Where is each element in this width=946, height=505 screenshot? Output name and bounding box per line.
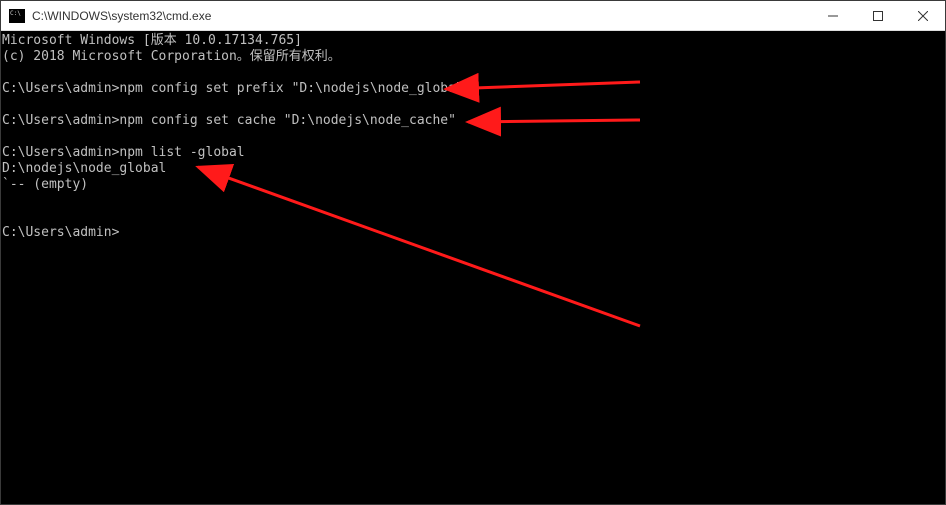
cmd-icon bbox=[9, 9, 25, 23]
terminal-line bbox=[2, 97, 945, 113]
maximize-button[interactable] bbox=[855, 1, 900, 30]
terminal-line bbox=[2, 193, 945, 209]
terminal-line: C:\Users\admin> bbox=[2, 225, 945, 241]
close-button[interactable] bbox=[900, 1, 945, 30]
window-title: C:\WINDOWS\system32\cmd.exe bbox=[32, 9, 810, 23]
minimize-button[interactable] bbox=[810, 1, 855, 30]
cmd-window: C:\WINDOWS\system32\cmd.exe Microsoft Wi… bbox=[0, 0, 946, 505]
terminal-line: D:\nodejs\node_global bbox=[2, 161, 945, 177]
window-controls bbox=[810, 1, 945, 30]
terminal-line: `-- (empty) bbox=[2, 177, 945, 193]
terminal-line bbox=[2, 209, 945, 225]
terminal-line: Microsoft Windows [版本 10.0.17134.765] bbox=[2, 33, 945, 49]
terminal-line: C:\Users\admin>npm config set cache "D:\… bbox=[2, 113, 945, 129]
titlebar[interactable]: C:\WINDOWS\system32\cmd.exe bbox=[1, 1, 945, 31]
terminal-line: C:\Users\admin>npm list -global bbox=[2, 145, 945, 161]
terminal-line: C:\Users\admin>npm config set prefix "D:… bbox=[2, 81, 945, 97]
terminal-line: (c) 2018 Microsoft Corporation。保留所有权利。 bbox=[2, 49, 945, 65]
terminal-line bbox=[2, 65, 945, 81]
terminal-line bbox=[2, 129, 945, 145]
terminal-output[interactable]: Microsoft Windows [版本 10.0.17134.765](c)… bbox=[1, 31, 945, 504]
